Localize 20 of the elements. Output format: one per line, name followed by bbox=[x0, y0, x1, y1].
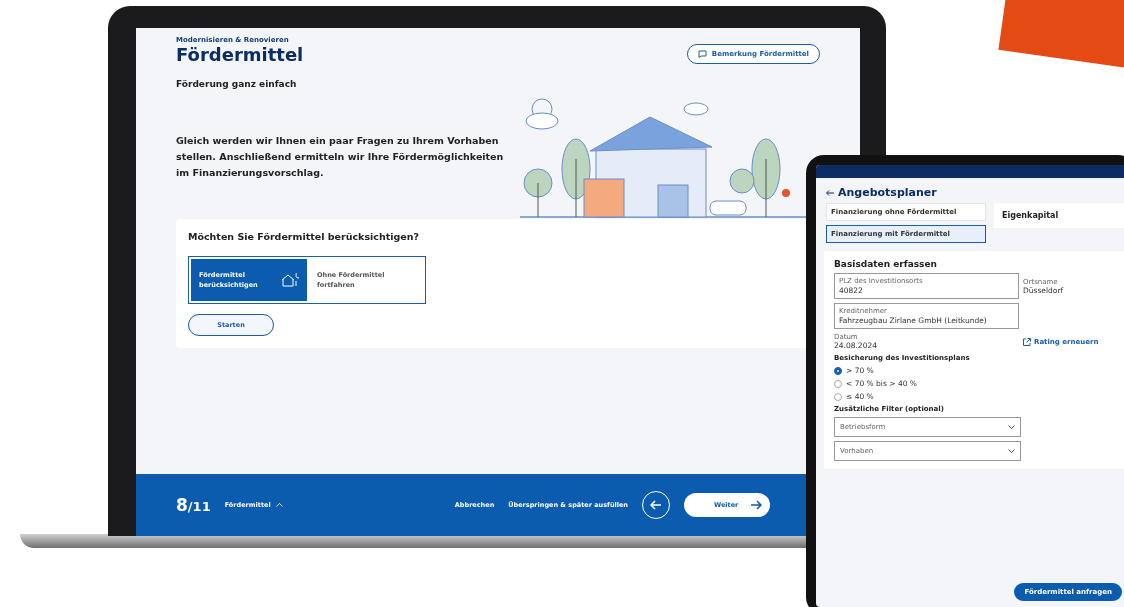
planner-title: Angebotsplaner bbox=[838, 186, 937, 199]
page-title: Fördermittel bbox=[176, 44, 304, 65]
chevron-down-icon bbox=[1008, 425, 1015, 429]
house-tree-icon bbox=[281, 273, 299, 287]
arrow-right-icon bbox=[750, 500, 762, 510]
arrow-left-icon bbox=[650, 500, 662, 510]
question-text: Möchten Sie Fördermittel berücksichtigen? bbox=[188, 231, 421, 242]
external-link-icon bbox=[1023, 337, 1031, 346]
subtitle: Förderung ganz einfach bbox=[176, 79, 298, 89]
radio-button[interactable] bbox=[834, 379, 842, 388]
intro-text: Gleich werden wir Ihnen ein paar Fragen zu Ihrem Vorhaben stellen. Anschließend ermitteln wir Ihre Fördermöglichkeiten im Finanzierungsvorschlag. bbox=[176, 133, 505, 180]
step-counter: 8/11 bbox=[176, 495, 211, 515]
back-arrow-icon[interactable] bbox=[826, 189, 834, 196]
comment-icon bbox=[697, 50, 707, 58]
chevron-up-icon bbox=[275, 503, 283, 507]
radio-button[interactable] bbox=[834, 392, 842, 401]
section-title: Basisdaten erfassen bbox=[834, 259, 938, 269]
chevron-down-icon bbox=[1008, 449, 1015, 453]
equity-card: Eigenkapital bbox=[994, 203, 1124, 228]
radio-button[interactable] bbox=[834, 366, 842, 375]
